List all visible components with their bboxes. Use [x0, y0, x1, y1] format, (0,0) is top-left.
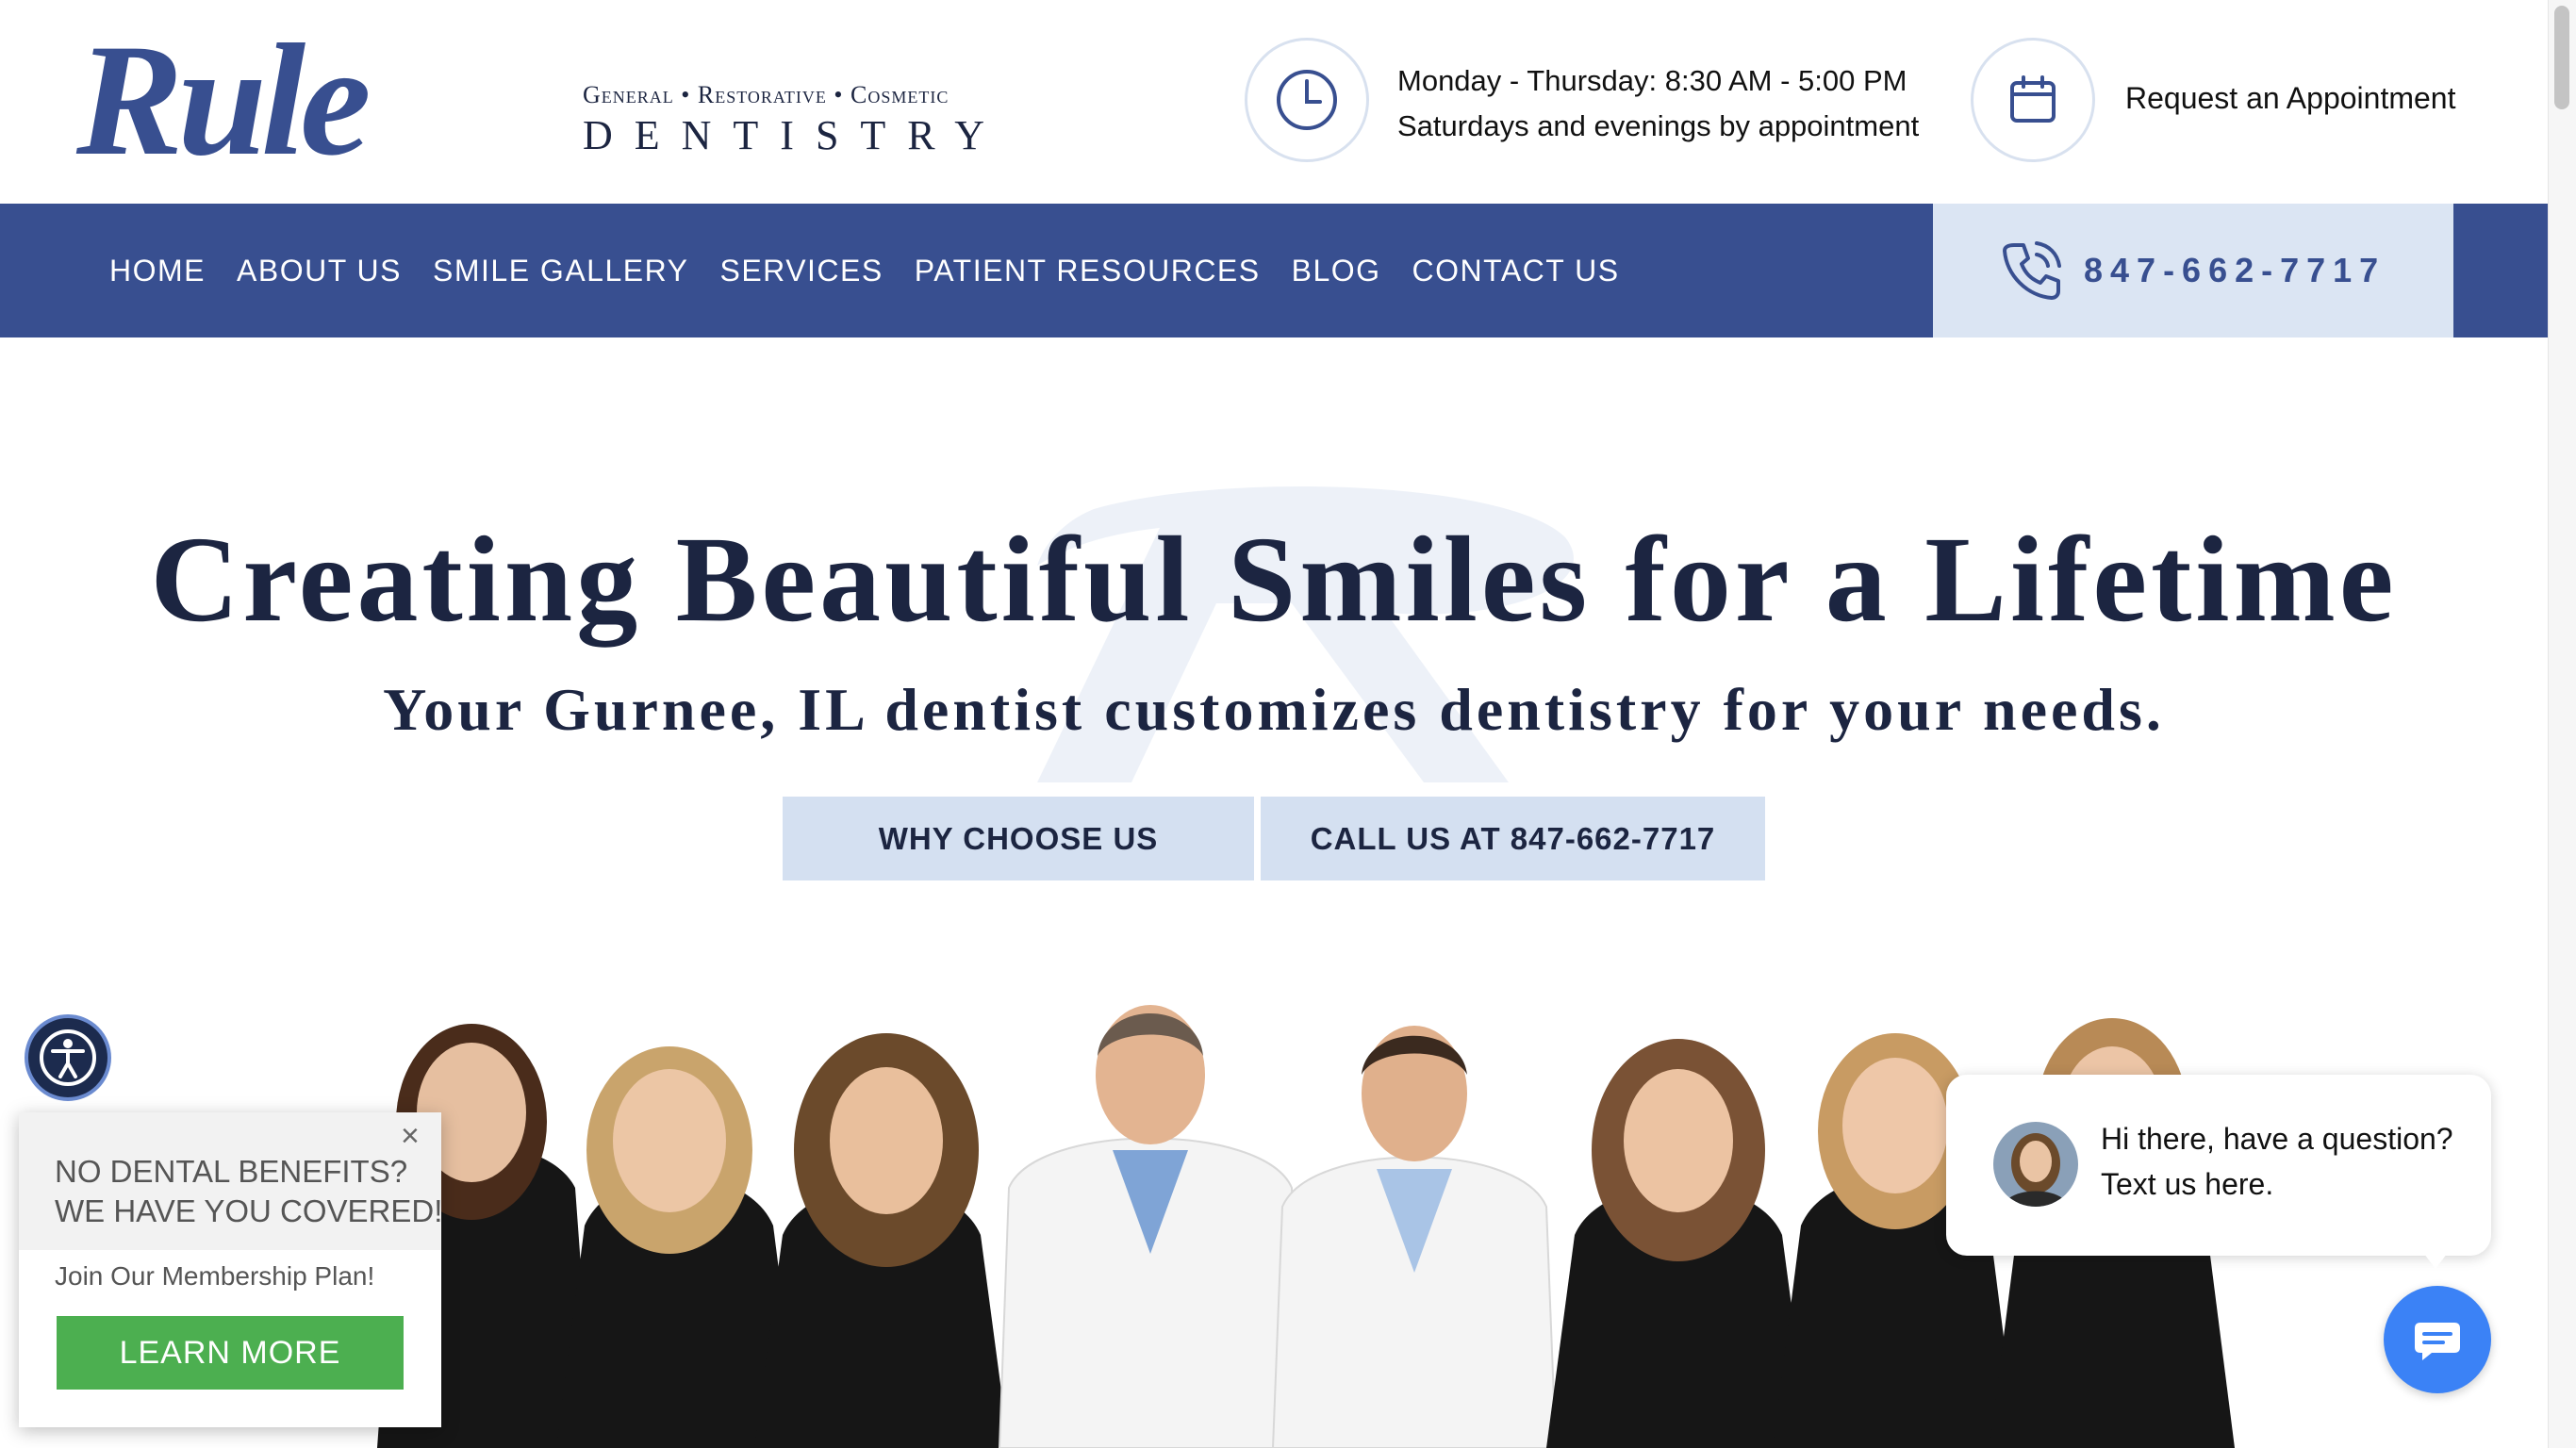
nav-phone-number: 847-662-7717 [2084, 251, 2386, 289]
team-member-6 [1546, 1039, 1810, 1448]
nav-about-us[interactable]: ABOUT US [237, 254, 402, 288]
nav-patient-resources[interactable]: PATIENT RESOURCES [915, 254, 1261, 288]
learn-more-button[interactable]: LEARN MORE [57, 1316, 404, 1390]
logo-tagline: General • Restorative • Cosmetic DENTIST… [583, 81, 1006, 159]
team-member-4 [998, 1005, 1303, 1448]
rule-logo[interactable]: Rule [71, 26, 561, 182]
popup-text: Join Our Membership Plan! [55, 1261, 375, 1291]
calendar-icon[interactable] [1971, 38, 2095, 162]
nav-smile-gallery[interactable]: SMILE GALLERY [433, 254, 688, 288]
nav-blog[interactable]: BLOG [1292, 254, 1381, 288]
chat-bubble-tail [2421, 1250, 2450, 1269]
page-scrollbar[interactable] [2548, 0, 2576, 1448]
avatar [1993, 1122, 2078, 1207]
close-icon[interactable]: × [401, 1118, 420, 1155]
chat-prompt-bubble[interactable]: Hi there, have a question? Text us here. [1946, 1075, 2491, 1256]
nav-phone-button[interactable]: 847-662-7717 [1933, 204, 2453, 337]
hero-subtitle: Your Gurnee, IL dentist customizes denti… [383, 676, 2165, 743]
nav-home[interactable]: HOME [109, 254, 206, 288]
svg-text:Rule: Rule [75, 26, 368, 182]
popup-heading-line2: WE HAVE YOU COVERED! [55, 1193, 443, 1228]
nav-services[interactable]: SERVICES [719, 254, 883, 288]
chat-icon [2415, 1323, 2460, 1360]
nav-list: HOME ABOUT US SMILE GALLERY SERVICES PAT… [109, 204, 1620, 337]
tagline-dentistry: DENTISTRY [583, 112, 1006, 158]
team-member-5 [1271, 1026, 1558, 1448]
chat-message: Hi there, have a question? Text us here. [2101, 1122, 2453, 1201]
hero-title: Creating Beautiful Smiles for a Lifetime [150, 512, 2398, 648]
clock-icon [1245, 38, 1369, 162]
tagline-services: General • Restorative • Cosmetic [583, 81, 949, 108]
call-us-button[interactable]: CALL US AT 847-662-7717 [1261, 797, 1765, 880]
scrollbar-thumb[interactable] [2554, 6, 2569, 109]
phone-icon [2003, 241, 2061, 300]
membership-popup: × NO DENTAL BENEFITS? WE HAVE YOU COVERE… [19, 1112, 443, 1427]
popup-heading-line1: NO DENTAL BENEFITS? [55, 1154, 408, 1189]
accessibility-icon [40, 1029, 96, 1086]
hours-weekdays: Monday - Thursday: 8:30 AM - 5:00 PM [1397, 64, 1907, 97]
nav-contact-us[interactable]: CONTACT US [1412, 254, 1620, 288]
request-appointment-link[interactable]: Request an Appointment [2125, 81, 2455, 116]
why-choose-us-button[interactable]: WHY CHOOSE US [783, 797, 1254, 880]
office-hours: Monday - Thursday: 8:30 AM - 5:00 PM Sat… [1397, 58, 1919, 149]
team-member-3 [754, 1033, 1009, 1448]
hours-weekend: Saturdays and evenings by appointment [1397, 109, 1920, 142]
site-header: Rule General • Restorative • Cosmetic DE… [0, 0, 2548, 204]
chat-launcher-button[interactable] [2384, 1286, 2491, 1393]
accessibility-button[interactable] [25, 1014, 111, 1101]
